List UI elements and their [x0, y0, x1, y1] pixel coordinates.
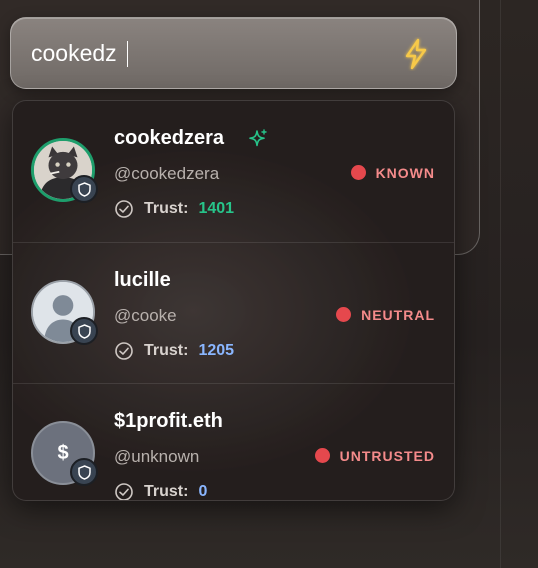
- status-dot: [336, 307, 352, 323]
- result-name: $1profit.eth: [114, 410, 223, 432]
- status-label: KNOWN: [375, 164, 435, 181]
- result-handle: @cookedzera: [114, 164, 220, 183]
- search-bar[interactable]: [10, 17, 457, 89]
- status-dot: [314, 448, 330, 464]
- trust-label: Trust:: [144, 342, 189, 359]
- text-caret: [127, 41, 128, 67]
- shield-badge-icon: [70, 175, 98, 203]
- search-input[interactable]: [31, 36, 391, 70]
- status-dot: [350, 165, 366, 181]
- check-circle-icon: [115, 483, 133, 500]
- trust-score: Trust: 1401: [114, 199, 234, 221]
- result-handle: @unknown: [114, 447, 200, 466]
- result-row-1profit[interactable]: $ $1profit.eth @unknown UNTRUSTED Trust:…: [13, 383, 454, 500]
- lightning-bolt-icon[interactable]: [400, 37, 432, 71]
- status-label: UNTRUSTED: [339, 447, 435, 464]
- status-badge: NEUTRAL: [336, 306, 435, 326]
- result-name: lucille: [114, 269, 171, 291]
- status-label: NEUTRAL: [361, 306, 435, 323]
- result-handle: @cooke: [114, 306, 177, 325]
- shield-badge-icon: [70, 317, 98, 345]
- result-name: cookedzera: [114, 127, 225, 149]
- check-circle-icon: [115, 342, 133, 360]
- trust-score: Trust: 0: [114, 482, 208, 500]
- shield-badge-icon: [70, 458, 98, 486]
- search-results-dropdown: cookedzera @cookedzera KNOWN Trust: 1401: [12, 100, 455, 501]
- panel-divider: [500, 0, 501, 568]
- check-circle-icon: [115, 200, 133, 218]
- result-row-lucille[interactable]: lucille @cooke NEUTRAL Trust: 1205: [13, 242, 454, 383]
- trust-label: Trust:: [144, 483, 189, 500]
- trust-label: Trust:: [144, 200, 189, 217]
- trust-value: 0: [198, 483, 208, 500]
- status-badge: UNTRUSTED: [314, 447, 435, 467]
- result-row-cookedzera[interactable]: cookedzera @cookedzera KNOWN Trust: 1401: [13, 101, 454, 242]
- status-badge: KNOWN: [350, 164, 435, 184]
- sparkle-icon: [247, 128, 269, 150]
- trust-value: 1205: [198, 342, 235, 359]
- trust-score: Trust: 1205: [114, 341, 234, 363]
- trust-value: 1401: [198, 200, 235, 217]
